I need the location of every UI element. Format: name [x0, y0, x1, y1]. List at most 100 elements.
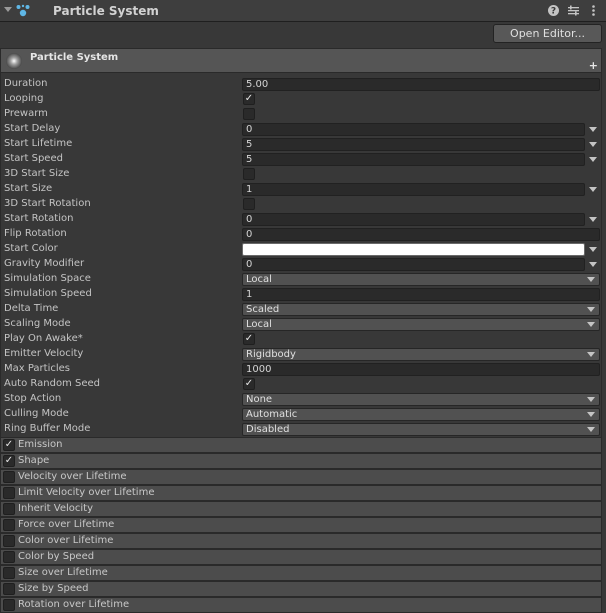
module-label: Rotation over Lifetime	[18, 599, 130, 610]
looping-checkbox[interactable]: ✓	[243, 93, 255, 105]
module-inherit-velocity[interactable]: Inherit Velocity	[0, 501, 602, 517]
module-emission[interactable]: ✓ Emission	[0, 437, 602, 453]
help-icon[interactable]: ?	[547, 4, 560, 17]
property-row-delta-time: Delta Time Scaled	[1, 302, 603, 317]
module-size-by-speed[interactable]: Size by Speed	[0, 581, 602, 597]
module-enable-checkbox[interactable]	[3, 487, 15, 499]
property-label: Start Color	[4, 243, 58, 254]
property-label: Simulation Speed	[4, 288, 92, 299]
property-label: Emitter Velocity	[4, 348, 84, 359]
chevron-down-icon	[587, 307, 595, 312]
flip-rotation-field[interactable]: 0	[242, 228, 600, 241]
module-shape[interactable]: ✓ Shape	[0, 453, 602, 469]
module-label: Size by Speed	[18, 583, 89, 594]
start-speed-field[interactable]: 5	[242, 153, 585, 166]
property-label: Start Delay	[4, 123, 61, 134]
dropdown-value: Rigidbody	[246, 349, 296, 360]
dropdown-value: Local	[246, 274, 272, 285]
emitter-velocity-dropdown[interactable]: Rigidbody	[242, 348, 600, 361]
chevron-down-icon	[587, 352, 595, 357]
property-row-auto-random-seed: Auto Random Seed ✓	[1, 377, 603, 392]
module-color-over-lifetime[interactable]: Color over Lifetime	[0, 533, 602, 549]
scaling-mode-dropdown[interactable]: Local	[242, 318, 600, 331]
module-enable-checkbox[interactable]	[3, 535, 15, 547]
module-label: Limit Velocity over Lifetime	[18, 487, 155, 498]
culling-mode-dropdown[interactable]: Automatic	[242, 408, 600, 421]
property-row-flip-rotation: Flip Rotation 0	[1, 227, 603, 242]
module-rotation-over-lifetime[interactable]: Rotation over Lifetime	[0, 597, 602, 613]
module-label: Size over Lifetime	[18, 567, 108, 578]
module-enable-checkbox[interactable]	[3, 519, 15, 531]
main-module-header[interactable]: Particle System +	[0, 48, 602, 73]
module-force-over-lifetime[interactable]: Force over Lifetime	[0, 517, 602, 533]
component-title: Particle System	[53, 4, 159, 18]
prewarm-checkbox[interactable]	[243, 108, 255, 120]
module-label: Color over Lifetime	[18, 535, 114, 546]
main-module-body: Duration 5.00 Looping ✓ Prewarm Start Delay 0 S…	[0, 73, 602, 437]
curve-mode-dropdown-icon[interactable]	[589, 142, 597, 147]
start-rotation-field[interactable]: 0	[242, 213, 585, 226]
property-label: Start Rotation	[4, 213, 74, 224]
add-module-button[interactable]: +	[589, 59, 598, 72]
module-enable-checkbox[interactable]	[3, 503, 15, 515]
property-row-play-on-awake: Play On Awake* ✓	[1, 332, 603, 347]
3d-start-rotation-checkbox[interactable]	[243, 198, 255, 210]
curve-mode-dropdown-icon[interactable]	[589, 217, 597, 222]
3d-start-size-checkbox[interactable]	[243, 168, 255, 180]
simulation-speed-field[interactable]: 1	[242, 288, 600, 301]
property-row-gravity-modifier: Gravity Modifier 0	[1, 257, 603, 272]
module-enable-checkbox[interactable]	[3, 471, 15, 483]
module-limit-velocity-over-lifetime[interactable]: Limit Velocity over Lifetime	[0, 485, 602, 501]
module-label: Force over Lifetime	[18, 519, 115, 530]
property-row-emitter-velocity: Emitter Velocity Rigidbody	[1, 347, 603, 362]
dropdown-value: Automatic	[246, 409, 298, 420]
module-enable-checkbox[interactable]: ✓	[3, 455, 15, 467]
module-velocity-over-lifetime[interactable]: Velocity over Lifetime	[0, 469, 602, 485]
curve-mode-dropdown-icon[interactable]	[589, 187, 597, 192]
property-label: Gravity Modifier	[4, 258, 85, 269]
property-row-start-speed: Start Speed 5	[1, 152, 603, 167]
delta-time-dropdown[interactable]: Scaled	[242, 303, 600, 316]
gravity-modifier-field[interactable]: 0	[242, 258, 585, 271]
property-row-duration: Duration 5.00	[1, 77, 603, 92]
component-header[interactable]: Particle System ?	[0, 0, 606, 22]
start-delay-field[interactable]: 0	[242, 123, 585, 136]
curve-mode-dropdown-icon[interactable]	[589, 262, 597, 267]
module-size-over-lifetime[interactable]: Size over Lifetime	[0, 565, 602, 581]
start-size-field[interactable]: 1	[242, 183, 585, 196]
start-color-swatch[interactable]	[242, 243, 585, 256]
open-editor-button[interactable]: Open Editor...	[493, 24, 602, 43]
presets-icon[interactable]	[567, 4, 580, 17]
property-row-max-particles: Max Particles 1000	[1, 362, 603, 377]
foldout-arrow-icon[interactable]	[4, 7, 12, 12]
ring-buffer-mode-dropdown[interactable]: Disabled	[242, 423, 600, 436]
property-label: Auto Random Seed	[4, 378, 100, 389]
property-row-simulation-speed: Simulation Speed 1	[1, 287, 603, 302]
property-label: Start Speed	[4, 153, 63, 164]
auto-random-seed-checkbox[interactable]: ✓	[243, 378, 255, 390]
property-row-start-delay: Start Delay 0	[1, 122, 603, 137]
module-enable-checkbox[interactable]	[3, 567, 15, 579]
module-enable-checkbox[interactable]	[3, 599, 15, 611]
duration-field[interactable]: 5.00	[242, 78, 600, 91]
simulation-space-dropdown[interactable]: Local	[242, 273, 600, 286]
property-label: Prewarm	[4, 108, 48, 119]
module-enable-checkbox[interactable]: ✓	[3, 439, 15, 451]
property-row-prewarm: Prewarm	[1, 107, 603, 122]
chevron-down-icon	[587, 277, 595, 282]
stop-action-dropdown[interactable]: None	[242, 393, 600, 406]
curve-mode-dropdown-icon[interactable]	[589, 127, 597, 132]
particle-system-icon	[16, 4, 30, 17]
property-label: Duration	[4, 78, 48, 89]
property-label: Play On Awake*	[4, 333, 83, 344]
color-mode-dropdown-icon[interactable]	[589, 247, 597, 252]
module-enable-checkbox[interactable]	[3, 583, 15, 595]
play-on-awake-checkbox[interactable]: ✓	[243, 333, 255, 345]
curve-mode-dropdown-icon[interactable]	[589, 157, 597, 162]
property-row-ring-buffer-mode: Ring Buffer Mode Disabled	[1, 422, 603, 437]
kebab-menu-icon[interactable]	[587, 4, 600, 17]
start-lifetime-field[interactable]: 5	[242, 138, 585, 151]
module-color-by-speed[interactable]: Color by Speed	[0, 549, 602, 565]
max-particles-field[interactable]: 1000	[242, 363, 600, 376]
module-enable-checkbox[interactable]	[3, 551, 15, 563]
